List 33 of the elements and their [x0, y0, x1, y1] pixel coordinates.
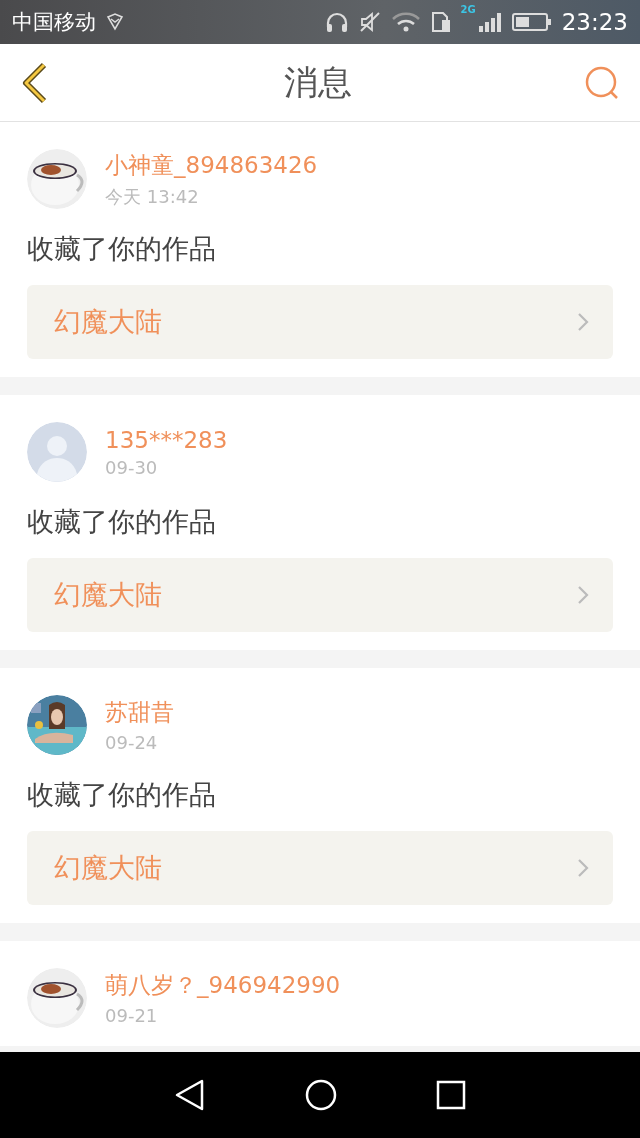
message-time: 09-24 [105, 732, 159, 753]
message-text: 收藏了你的作品 [27, 778, 217, 812]
mute-icon [358, 11, 381, 33]
message-time: 09-30 [105, 456, 159, 478]
work-link[interactable]: 幻魔大陆 [27, 285, 613, 359]
triangle-icon [174, 1078, 206, 1112]
square-icon [436, 1080, 466, 1110]
page-title: 消息 [284, 60, 352, 104]
shield-icon [106, 13, 124, 31]
message-time: 今天 13:42 [105, 184, 200, 209]
network-type: 2G [460, 4, 476, 15]
sim-card-icon [430, 11, 451, 33]
headphones-icon [324, 11, 349, 33]
chevron-icon [577, 312, 589, 332]
search-icon [584, 64, 620, 101]
message-text: 收藏了你的作品 [27, 232, 217, 266]
carrier-name: 中国移动 [12, 9, 96, 36]
clock-time: 23:23 [561, 9, 628, 35]
user-name[interactable]: 135***283 [105, 426, 228, 453]
user-name[interactable]: 苏甜昔 [105, 697, 174, 728]
message-text: 收藏了你的作品 [27, 505, 217, 539]
signal-icon [477, 11, 502, 33]
work-link[interactable]: 幻魔大陆 [27, 831, 613, 905]
chevron-icon [577, 858, 589, 878]
wifi-icon [390, 11, 421, 33]
chevron-icon [577, 585, 589, 605]
battery-icon [511, 12, 552, 32]
avatar-placeholder-icon [27, 422, 87, 482]
user-name[interactable]: 萌八岁？_946942990 [105, 970, 341, 1001]
circle-icon [304, 1078, 338, 1112]
user-name[interactable]: 小神童_894863426 [105, 149, 318, 181]
work-link[interactable]: 幻魔大陆 [27, 558, 613, 632]
message-time: 09-21 [105, 1005, 159, 1026]
